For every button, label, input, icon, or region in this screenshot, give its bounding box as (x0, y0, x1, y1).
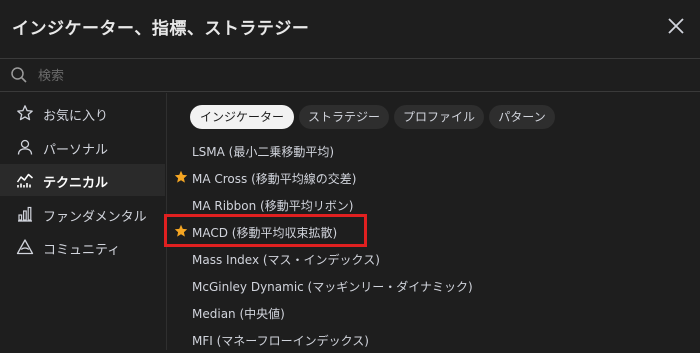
indicator-item-median[interactable]: Median (中央値) (166, 300, 700, 326)
indicator-label: LSMA (最小二乗移動平均) (192, 145, 335, 159)
category-sidebar: お気に入り パーソナル テクニカル ファンダメンタル コミュニティ (0, 93, 167, 350)
indicator-item-ma-ribbon[interactable]: MA Ribbon (移動平均リボン) (166, 192, 700, 218)
sidebar-item-personal[interactable]: パーソナル (0, 131, 165, 163)
sidebar-item-label: コミュニティ (43, 243, 121, 258)
indicator-item-lsma[interactable]: LSMA (最小二乗移動平均) (166, 138, 700, 164)
dialog-header: インジケーター、指標、ストラテジー (0, 0, 700, 54)
tab-profiles[interactable]: プロファイル (394, 105, 484, 129)
bar-chart-icon (18, 206, 32, 222)
tab-patterns[interactable]: パターン (489, 105, 555, 129)
indicator-item-macd[interactable]: MACD (移動平均収束拡散) (166, 219, 700, 245)
indicator-label: MA Cross (移動平均線の交差) (192, 172, 357, 186)
indicator-item-mfi[interactable]: MFI (マネーフローインデックス) (166, 327, 700, 353)
search-input[interactable] (36, 63, 680, 89)
sidebar-item-label: パーソナル (43, 143, 109, 158)
indicator-label: MACD (移動平均収束拡散) (192, 226, 338, 240)
sidebar-item-label: お気に入り (43, 109, 109, 124)
indicator-label: MFI (マネーフローインデックス) (192, 334, 369, 348)
favorite-star-icon[interactable] (174, 170, 188, 184)
sidebar-item-favorites[interactable]: お気に入り (0, 97, 165, 129)
indicator-label: Mass Index (マス・インデックス) (192, 253, 380, 267)
star-outline-icon (17, 105, 33, 121)
chart-line-icon (16, 173, 33, 188)
sidebar-item-technical[interactable]: テクニカル (0, 164, 165, 196)
sidebar-item-fundamental[interactable]: ファンダメンタル (0, 198, 165, 230)
community-icon (16, 239, 34, 255)
tab-strategies[interactable]: ストラテジー (299, 105, 389, 129)
close-icon[interactable] (666, 16, 686, 36)
sidebar-item-label: ファンダメンタル (43, 210, 147, 225)
indicator-label: MA Ribbon (移動平均リボン) (192, 199, 354, 213)
indicator-label: Median (中央値) (192, 307, 285, 321)
indicator-item-mass-index[interactable]: Mass Index (マス・インデックス) (166, 246, 700, 272)
indicator-label: McGinley Dynamic (マッギンリー・ダイナミック) (192, 280, 473, 294)
sidebar-item-community[interactable]: コミュニティ (0, 231, 165, 263)
dialog-title: インジケーター、指標、ストラテジー (12, 19, 310, 39)
search-bar (0, 58, 700, 92)
indicator-item-ma-cross[interactable]: MA Cross (移動平均線の交差) (166, 165, 700, 191)
tab-indicators[interactable]: インジケーター (190, 105, 294, 129)
sidebar-item-label: テクニカル (43, 176, 109, 191)
search-icon (11, 67, 27, 83)
favorite-star-icon[interactable] (174, 224, 188, 238)
indicator-item-mcginley-dynamic[interactable]: McGinley Dynamic (マッギンリー・ダイナミック) (166, 273, 700, 299)
user-icon (17, 139, 33, 155)
